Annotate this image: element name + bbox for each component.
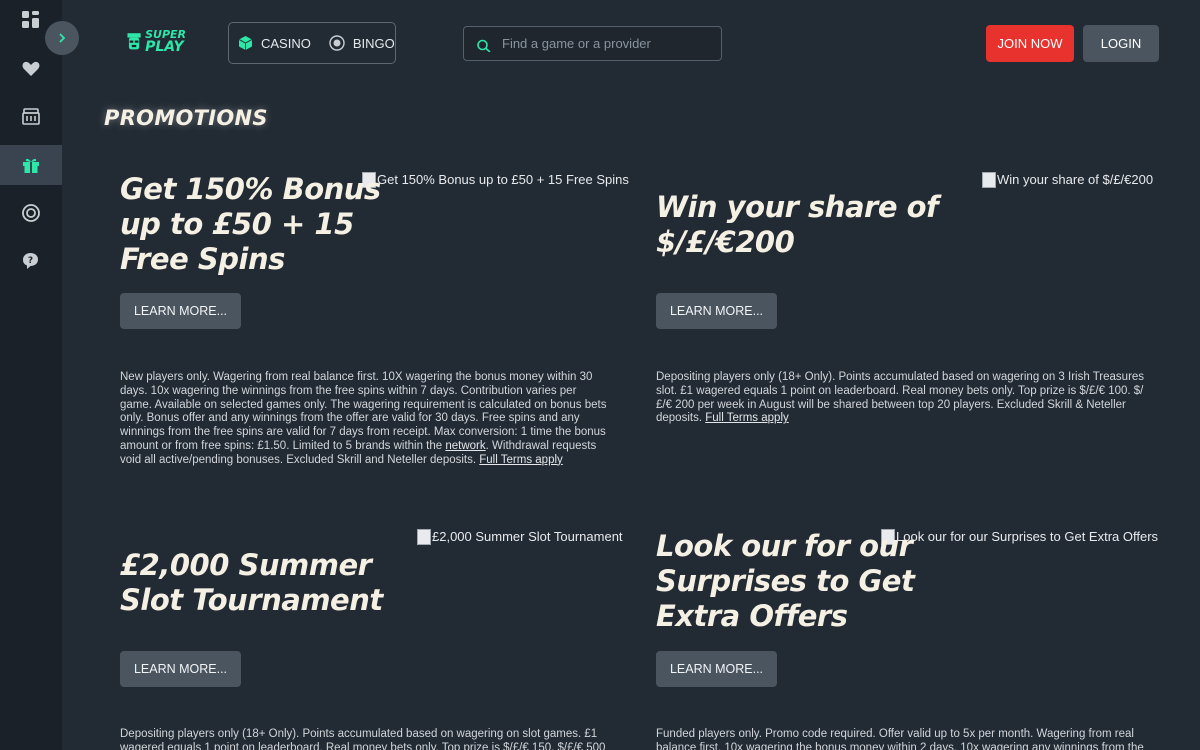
chevron-right-icon xyxy=(59,33,66,43)
sidebar-item-chip[interactable] xyxy=(0,193,62,233)
promo-image[interactable]: £2,000 Summer Slot Tournament xyxy=(417,529,623,545)
chat-question-icon: ? xyxy=(23,253,38,269)
promo-card: Win your share of $/£/€200 Win your shar… xyxy=(656,172,1159,472)
promo-image[interactable]: Win your share of $/£/€200 xyxy=(982,172,1153,188)
promo-terms: Depositing players only (18+ Only). Poin… xyxy=(656,371,1146,426)
promo-title: Win your share of $/£/€200 xyxy=(656,190,939,259)
category-switch: CASINO BINGO xyxy=(228,22,396,64)
category-bingo-label: BINGO xyxy=(352,35,395,51)
join-now-button[interactable]: JOIN NOW xyxy=(986,25,1074,62)
sidebar-item-promotions[interactable] xyxy=(0,145,62,185)
promo-card: £2,000 Summer Slot Tournament £2,000 Sum… xyxy=(120,529,623,750)
logo[interactable]: SUPER PLAY xyxy=(126,26,186,58)
svg-text:?: ? xyxy=(28,256,33,266)
logo-line-2: PLAY xyxy=(145,39,184,55)
grid-icon xyxy=(22,11,39,28)
promo-image-alt: Win your share of $/£/€200 xyxy=(997,172,1154,187)
promo-terms: Funded players only. Promo code required… xyxy=(656,728,1146,750)
promo-image[interactable]: Get 150% Bonus up to £50 + 15 Free Spins xyxy=(362,172,629,188)
sidebar-item-casino[interactable] xyxy=(0,97,62,137)
login-button[interactable]: LOGIN xyxy=(1083,25,1159,62)
promo-title: £2,000 Summer Slot Tournament xyxy=(120,548,383,617)
network-link[interactable]: network xyxy=(445,440,485,452)
full-terms-link[interactable]: Full Terms apply xyxy=(479,454,563,466)
category-casino[interactable]: CASINO xyxy=(238,35,311,51)
learn-more-button[interactable]: LEARN MORE... xyxy=(656,293,777,329)
category-bingo[interactable]: BINGO xyxy=(329,35,395,51)
bingo-ball-icon xyxy=(329,35,345,51)
search-icon xyxy=(477,39,491,52)
sidebar-item-help[interactable]: ? xyxy=(0,241,62,281)
learn-more-button[interactable]: LEARN MORE... xyxy=(120,293,241,329)
full-terms-link[interactable]: Full Terms apply xyxy=(705,412,789,424)
promo-image-alt: £2,000 Summer Slot Tournament xyxy=(432,529,623,544)
promo-card: Get 150% Bonus up to £50 + 15 Free Spins… xyxy=(120,172,629,472)
gift-icon xyxy=(23,158,39,173)
page-title: PROMOTIONS xyxy=(104,106,268,130)
search-input[interactable] xyxy=(502,36,702,51)
promo-card: Look our for our Surprises to Get Extra … xyxy=(656,529,1159,750)
learn-more-button[interactable]: LEARN MORE... xyxy=(120,651,241,687)
broken-image-icon xyxy=(982,172,996,188)
promo-terms-text: Depositing players only (18+ Only). Poin… xyxy=(120,728,606,750)
search-box xyxy=(463,26,722,61)
learn-more-button[interactable]: LEARN MORE... xyxy=(656,651,777,687)
sidebar-item-favorites[interactable] xyxy=(0,49,62,89)
promo-terms-text: Funded players only. Promo code required… xyxy=(656,728,1144,750)
promo-terms: New players only. Wagering from real bal… xyxy=(120,371,608,468)
sidebar: ? xyxy=(0,0,62,750)
sidebar-toggle-button[interactable] xyxy=(45,21,79,55)
promo-image-alt: Get 150% Bonus up to £50 + 15 Free Spins xyxy=(377,172,629,187)
category-casino-label: CASINO xyxy=(261,35,311,51)
broken-image-icon xyxy=(417,529,431,545)
casino-icon xyxy=(22,108,40,125)
chip-icon xyxy=(22,204,40,222)
promo-terms: Depositing players only (18+ Only). Poin… xyxy=(120,728,610,750)
logo-mascot-icon xyxy=(127,33,141,50)
heart-icon xyxy=(22,61,40,76)
dice-icon xyxy=(238,36,253,50)
promo-title: Get 150% Bonus up to £50 + 15 Free Spins xyxy=(120,172,381,276)
promo-title: Look our for our Surprises to Get Extra … xyxy=(656,529,915,633)
logo-text: SUPER PLAY xyxy=(145,29,186,55)
